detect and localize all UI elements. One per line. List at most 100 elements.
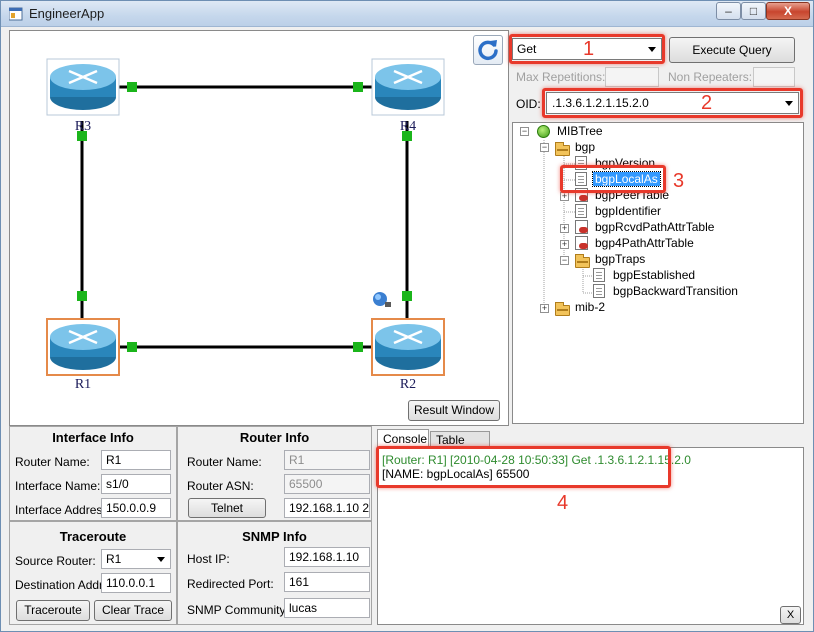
tree-expand-toggle[interactable]: + [560, 224, 569, 233]
tree-expand-toggle[interactable]: + [540, 304, 549, 313]
traceroute-panel: Traceroute Source Router: R1 Destination… [9, 521, 177, 625]
close-button[interactable]: X [766, 2, 810, 20]
port [353, 342, 363, 352]
router-asn-input: 65500 [284, 474, 370, 494]
source-router-label: Source Router: [15, 554, 96, 568]
tree-node-mib2[interactable]: mib-2 [555, 300, 607, 316]
router-r1[interactable] [46, 318, 120, 376]
clear-trace-button[interactable]: Clear Trace [94, 600, 172, 621]
tree-node-bgp4pathattrtable[interactable]: bgp4PathAttrTable [575, 236, 696, 252]
result-window-button[interactable]: Result Window [408, 400, 500, 421]
router-label-r2: R2 [400, 377, 416, 392]
host-ip-input[interactable]: 192.168.1.10 [284, 547, 370, 567]
tree-collapse-toggle[interactable]: − [520, 127, 529, 136]
tree-node-mibtree[interactable]: MIBTree [537, 124, 605, 140]
snmp-community-input[interactable]: lucas [284, 598, 370, 618]
source-router-value: R1 [106, 552, 122, 566]
port [127, 82, 137, 92]
tree-node-bgp[interactable]: bgp [555, 140, 597, 156]
network-globe-icon [373, 292, 391, 307]
document-icon [593, 268, 605, 282]
callout-number-1: 1 [583, 38, 595, 60]
callout-number-4: 4 [557, 492, 569, 514]
interface-name-label: Interface Name: [15, 479, 101, 493]
tree-node-bgpbackwardtransition[interactable]: bgpBackwardTransition [593, 284, 740, 300]
tab-console[interactable]: Console [377, 429, 429, 447]
host-ip-label: Host IP: [187, 552, 230, 566]
maximize-button[interactable]: □ [741, 2, 766, 20]
interface-address-input[interactable]: 150.0.0.9 [101, 498, 171, 518]
router-r3[interactable] [46, 58, 120, 116]
port [402, 291, 412, 301]
tab-table-view[interactable]: Table View [430, 431, 490, 461]
non-repeaters-input [753, 67, 795, 87]
app-window: EngineerApp – □ X R3 R4 R1 R2 Result Win… [0, 0, 814, 632]
router-r4[interactable] [371, 58, 445, 116]
router-info-panel: Router Info Router Name: R1 Router ASN: … [177, 426, 372, 521]
app-icon [9, 7, 23, 21]
snmp-community-label: SNMP Community: [187, 603, 289, 617]
table-icon [575, 220, 588, 234]
callout-box-4 [376, 446, 671, 488]
telnet-button[interactable]: Telnet [188, 498, 266, 518]
tree-node-bgprcvdpathattrtable[interactable]: bgpRcvdPathAttrTable [575, 220, 716, 236]
callout-box-3 [560, 165, 666, 193]
console-close-button[interactable]: X [780, 606, 801, 624]
interface-info-title: Interface Info [52, 430, 134, 445]
link-ports [77, 82, 412, 352]
tree-collapse-toggle[interactable]: − [560, 256, 569, 265]
tree-collapse-toggle[interactable]: − [540, 143, 549, 152]
tree-node-bgpidentifier[interactable]: bgpIdentifier [575, 204, 663, 220]
router-r2[interactable] [371, 318, 445, 376]
links [80, 85, 410, 349]
router-label-r3: R3 [75, 119, 91, 134]
topology-diagram: R3 R4 R1 R2 [46, 58, 445, 392]
max-repetitions-label: Max Repetitions: [516, 70, 606, 84]
telnet-address-input[interactable]: 192.168.1.10 23 [284, 498, 370, 518]
router-name-input: R1 [284, 450, 370, 470]
callout-number-2: 2 [701, 92, 713, 114]
window-title: EngineerApp [29, 6, 105, 21]
port [127, 342, 137, 352]
snmp-info-panel: SNMP Info Host IP: 192.168.1.10 Redirect… [177, 521, 372, 625]
router-label-r1: R1 [75, 377, 91, 392]
non-repeaters-label: Non Repeaters: [668, 70, 753, 84]
folder-icon [575, 254, 590, 268]
callout-number-3: 3 [673, 170, 685, 192]
router-asn-label: Router ASN: [187, 479, 254, 493]
topology-canvas[interactable]: R3 R4 R1 R2 Result Window [9, 30, 509, 426]
traceroute-button[interactable]: Traceroute [16, 600, 90, 621]
refresh-icon [478, 40, 498, 61]
callout-box-2 [542, 88, 803, 118]
tree-expand-toggle[interactable]: + [560, 192, 569, 201]
port [353, 82, 363, 92]
document-icon [593, 284, 605, 298]
snmp-info-title: SNMP Info [242, 529, 307, 544]
tree-expand-toggle[interactable]: + [560, 240, 569, 249]
interface-name-input[interactable]: s1/0 [101, 474, 171, 494]
interface-info-panel: Interface Info Router Name: R1 Interface… [9, 426, 177, 521]
table-icon [575, 236, 588, 250]
interface-router-name-input[interactable]: R1 [101, 450, 171, 470]
title-bar: EngineerApp – □ X [1, 1, 813, 27]
router-name-label: Router Name: [187, 455, 262, 469]
execute-query-button[interactable]: Execute Query [669, 37, 795, 63]
max-repetitions-input [605, 67, 659, 87]
dropdown-arrow-icon [157, 557, 165, 562]
destination-addr-label: Destination Addr: [15, 578, 107, 592]
router-label-r4: R4 [400, 119, 416, 134]
tree-node-bgpestablished[interactable]: bgpEstablished [593, 268, 697, 284]
refresh-button[interactable] [473, 35, 503, 65]
port [77, 291, 87, 301]
router-info-title: Router Info [239, 430, 310, 445]
interface-address-label: Interface Address: [15, 503, 112, 517]
source-router-select[interactable]: R1 [101, 549, 171, 569]
destination-addr-input[interactable]: 110.0.0.1 [101, 573, 171, 593]
oid-label: OID: [516, 97, 541, 111]
redirected-port-input[interactable]: 161 [284, 572, 370, 592]
folder-icon [555, 302, 570, 316]
tree-root-icon [537, 125, 550, 138]
tree-node-bgptraps[interactable]: bgpTraps [575, 252, 647, 268]
minimize-button[interactable]: – [716, 2, 741, 20]
folder-icon [555, 142, 570, 156]
